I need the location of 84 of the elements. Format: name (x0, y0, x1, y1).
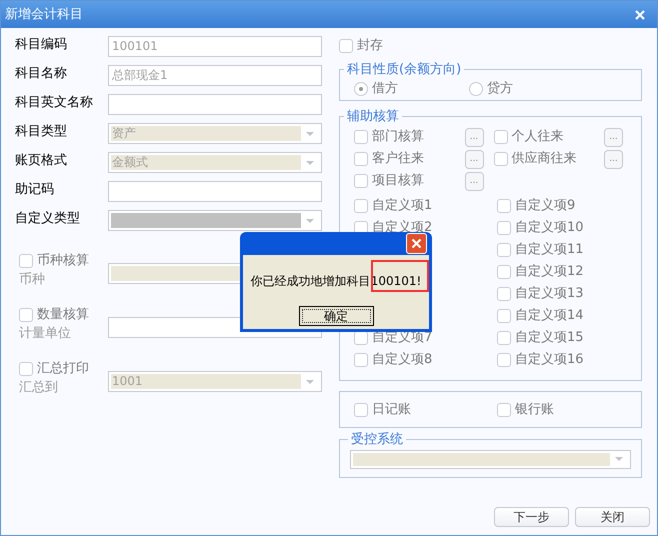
field-label: 币种 (18, 271, 46, 289)
checkbox[interactable] (497, 402, 511, 416)
checkbox[interactable] (497, 199, 511, 213)
close-button[interactable] (406, 233, 427, 254)
checkbox[interactable] (354, 353, 368, 367)
radio-button[interactable] (354, 82, 368, 96)
checkbox-label: 自定义项8 (372, 351, 432, 370)
field-label: 账页格式 (15, 152, 68, 170)
checkbox-label: 自定义项1 (372, 197, 432, 216)
checkbox-label: 数量核算 (37, 306, 89, 324)
browse-button[interactable]: ... (464, 128, 484, 146)
field-label: 科目编码 (15, 36, 68, 54)
field-label: 计量单位 (18, 325, 72, 343)
dialog-button[interactable]: 下一步 (494, 507, 569, 527)
checkbox[interactable] (497, 309, 511, 323)
checkbox[interactable] (354, 174, 368, 188)
checkbox-label: 自定义项11 (515, 241, 584, 260)
radio-label: 借方 (372, 80, 398, 98)
checkbox-label: 自定义项9 (515, 197, 576, 216)
checkbox-label: 个人往来 (512, 128, 564, 146)
message-text: 你已经成功地增加科目100101! (250, 274, 422, 288)
checkbox[interactable] (339, 39, 353, 53)
dialog-button[interactable]: 关闭 (575, 507, 650, 527)
checkbox[interactable] (354, 130, 368, 144)
close-icon (411, 238, 422, 249)
close-icon[interactable] (635, 10, 645, 20)
caret-icon (615, 457, 623, 461)
checkbox-label: 客户往来 (372, 150, 424, 168)
field-label: 科目类型 (15, 123, 68, 141)
group-title: 辅助核算 (346, 108, 400, 126)
checkbox-label: 自定义项16 (515, 351, 584, 370)
checkbox-label: 供应商往来 (512, 150, 576, 168)
field-label: 科目英文名称 (15, 94, 94, 112)
checkbox-label: 自定义项10 (515, 219, 584, 238)
field-label: 科目名称 (15, 65, 68, 83)
highlight-frame (371, 260, 430, 292)
checkbox[interactable] (497, 243, 511, 257)
checkbox[interactable] (354, 402, 368, 416)
group-title: 科目性质(余额方向) (346, 61, 462, 79)
radio-label: 贷方 (487, 80, 513, 98)
dropdown-value: 1001 (112, 374, 143, 388)
browse-button[interactable]: ... (464, 150, 484, 168)
browse-button[interactable]: ... (604, 128, 623, 146)
checkbox-label: 自定义项15 (515, 329, 584, 348)
checkbox-label: 币种核算 (37, 252, 89, 270)
checkbox[interactable] (497, 287, 511, 301)
field-label: 助记码 (15, 181, 55, 199)
checkbox[interactable] (19, 254, 33, 268)
checkbox[interactable] (494, 152, 508, 166)
checkbox-label: 自定义项14 (515, 307, 584, 326)
checkbox-label: 银行账 (515, 400, 554, 419)
checkbox-label: 封存 (357, 37, 383, 56)
checkbox[interactable] (19, 362, 33, 376)
caret-icon (306, 218, 314, 222)
caret-icon (306, 132, 314, 136)
radio-button[interactable] (469, 82, 483, 96)
field-label: 汇总到 (18, 379, 59, 397)
checkbox[interactable] (494, 130, 508, 144)
group-title: 受控系统 (350, 431, 404, 449)
dropdown-value: 资产 (112, 126, 136, 140)
checkbox[interactable] (19, 308, 33, 322)
checkbox-label: 自定义项12 (515, 263, 584, 282)
caret-icon (306, 380, 314, 384)
checkbox[interactable] (354, 331, 368, 345)
ok-button[interactable]: 确定 (298, 306, 374, 326)
checkbox-label: 汇总打印 (37, 360, 89, 378)
checkbox[interactable] (497, 221, 511, 235)
checkbox[interactable] (497, 331, 511, 345)
checkbox-label: 日记账 (372, 400, 411, 419)
checkbox[interactable] (497, 353, 511, 367)
checkbox[interactable] (497, 265, 511, 279)
dropdown-value: 金额式 (112, 155, 148, 169)
checkbox-label: 项目核算 (372, 172, 424, 190)
checkbox-label: 部门核算 (372, 128, 424, 146)
browse-button[interactable]: ... (604, 150, 623, 168)
window-title: 新增会计科目 (5, 6, 84, 24)
input-field[interactable] (108, 94, 322, 115)
checkbox[interactable] (354, 152, 368, 166)
field-label: 自定义类型 (15, 210, 81, 228)
checkbox-label: 自定义项13 (515, 285, 584, 304)
caret-icon (306, 160, 314, 164)
checkbox[interactable] (354, 199, 368, 213)
browse-button[interactable]: ... (464, 172, 484, 190)
input-field[interactable] (108, 181, 322, 202)
